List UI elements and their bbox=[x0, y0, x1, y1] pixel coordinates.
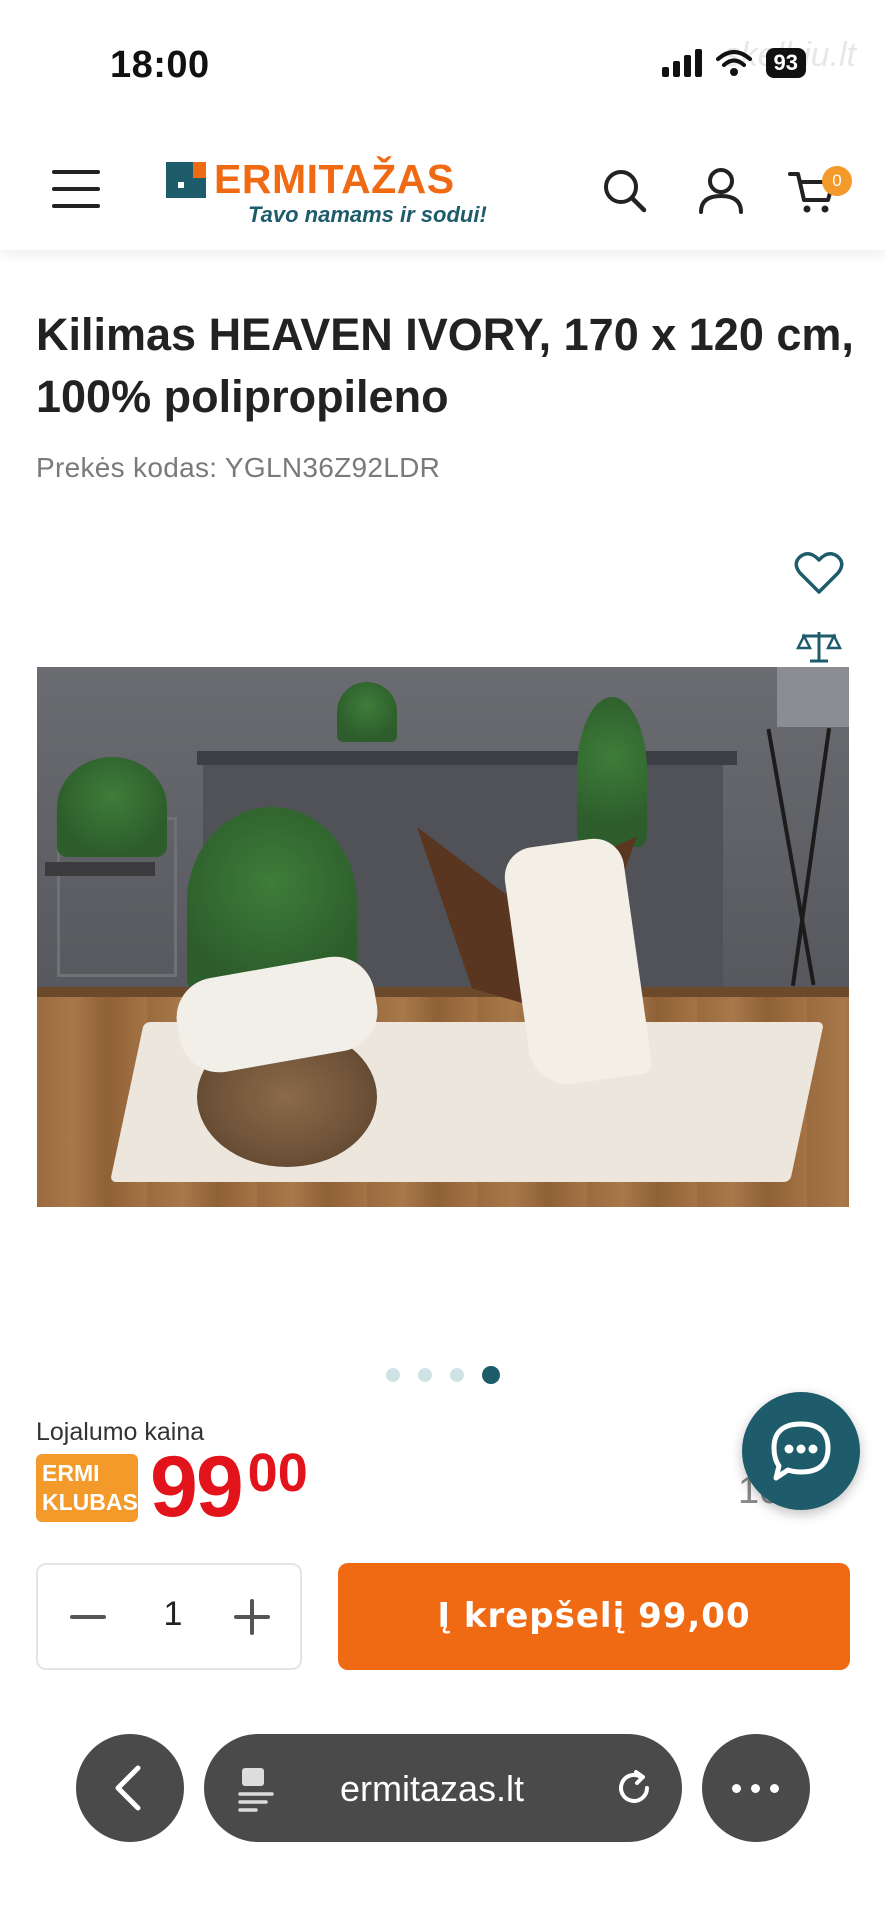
price-integer: 99 bbox=[150, 1439, 244, 1535]
battery-indicator: 93 bbox=[765, 48, 806, 78]
badge-line2: KLUBAS bbox=[42, 1489, 138, 1515]
address-bar[interactable]: ermitazas.lt bbox=[204, 1734, 682, 1842]
browser-toolbar: ermitazas.lt bbox=[0, 1720, 886, 1850]
chat-icon bbox=[771, 1421, 831, 1481]
logo-text: ERMITAŽAS bbox=[214, 156, 455, 202]
reload-icon[interactable] bbox=[614, 1768, 654, 1808]
image-plant bbox=[577, 697, 647, 847]
sku-value: YGLN36Z92LDR bbox=[224, 452, 441, 483]
carousel-dot[interactable] bbox=[418, 1368, 432, 1382]
menu-icon[interactable] bbox=[52, 170, 100, 208]
back-button[interactable] bbox=[76, 1734, 184, 1842]
product-image[interactable] bbox=[37, 667, 849, 1207]
price-decimals: 00 bbox=[247, 1443, 308, 1503]
image-side-table bbox=[45, 862, 155, 876]
loyalty-price: 99 00 bbox=[150, 1444, 308, 1530]
compare-scale-icon[interactable] bbox=[796, 628, 842, 666]
more-button[interactable] bbox=[702, 1734, 810, 1842]
image-shelf-top bbox=[197, 751, 737, 765]
chat-button[interactable] bbox=[742, 1392, 860, 1510]
quantity-stepper: 1 bbox=[36, 1563, 302, 1670]
carousel-dot[interactable] bbox=[386, 1368, 400, 1382]
status-time: 18:00 bbox=[110, 44, 210, 86]
heart-icon[interactable] bbox=[794, 550, 844, 596]
image-plant bbox=[337, 682, 397, 742]
carousel-dots bbox=[386, 1366, 500, 1384]
logo-tagline: Tavo namams ir sodui! bbox=[248, 202, 487, 227]
badge-line1: ERMI bbox=[42, 1460, 100, 1486]
site-header: ERMITAŽAS Tavo namams ir sodui! 0 bbox=[0, 130, 886, 250]
user-icon[interactable] bbox=[696, 166, 746, 216]
url-text: ermitazas.lt bbox=[340, 1768, 525, 1809]
signal-icon bbox=[661, 49, 702, 77]
ermi-klubas-badge: ERMI KLUBAS bbox=[36, 1454, 138, 1522]
product-title: Kilimas HEAVEN IVORY, 170 x 120 cm, 100%… bbox=[36, 309, 854, 422]
status-bar: 18:00 skelbiu.lt 93 bbox=[0, 0, 886, 130]
more-icon bbox=[732, 1784, 779, 1793]
status-icons: 93 bbox=[661, 48, 806, 78]
image-baseboard bbox=[37, 987, 849, 997]
product-sku: Prekės kodas: YGLN36Z92LDR bbox=[36, 452, 440, 484]
logo-mark bbox=[166, 162, 206, 198]
quantity-increase-button[interactable] bbox=[230, 1595, 274, 1639]
image-lamp bbox=[777, 667, 849, 727]
search-icon[interactable] bbox=[600, 166, 650, 216]
tab-icon bbox=[238, 1768, 274, 1812]
image-plant bbox=[57, 757, 167, 857]
add-to-cart-button[interactable]: Į krepšelį 99,00 bbox=[338, 1563, 850, 1670]
cart-count-badge: 0 bbox=[822, 166, 852, 196]
wifi-icon bbox=[715, 50, 752, 76]
carousel-dot[interactable] bbox=[450, 1368, 464, 1382]
sku-label: Prekės kodas: bbox=[36, 452, 218, 483]
site-logo[interactable]: ERMITAŽAS Tavo namams ir sodui! bbox=[166, 156, 506, 230]
carousel-dot-active[interactable] bbox=[482, 1366, 500, 1384]
quantity-value[interactable]: 1 bbox=[148, 1595, 198, 1634]
back-chevron-icon bbox=[115, 1765, 141, 1811]
quantity-decrease-button[interactable] bbox=[66, 1595, 110, 1639]
